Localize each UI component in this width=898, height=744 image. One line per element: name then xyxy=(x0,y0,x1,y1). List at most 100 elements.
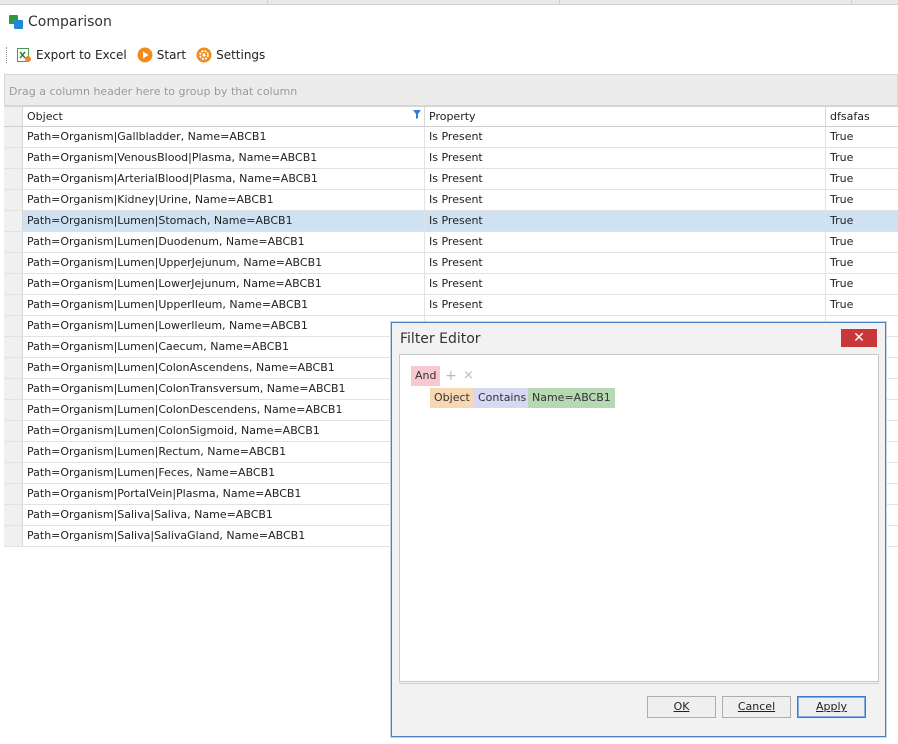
column-header-label: Object xyxy=(27,110,63,123)
filter-icon[interactable] xyxy=(413,110,421,119)
cell-property[interactable]: Is Present xyxy=(425,169,826,189)
cell-object[interactable]: Path=Organism|Lumen|Stomach, Name=ABCB1 xyxy=(23,211,425,231)
cell-object[interactable]: Path=Organism|Saliva|Saliva, Name=ABCB1 xyxy=(23,505,425,525)
row-indicator[interactable] xyxy=(4,400,23,420)
cell-object[interactable]: Path=Organism|Lumen|Feces, Name=ABCB1 xyxy=(23,463,425,483)
row-indicator[interactable] xyxy=(4,526,23,546)
row-indicator[interactable] xyxy=(4,379,23,399)
row-indicator[interactable] xyxy=(4,295,23,315)
cancel-button[interactable]: Cancel xyxy=(722,696,791,718)
cell-dfsafas[interactable]: True xyxy=(826,190,898,210)
cell-property[interactable]: Is Present xyxy=(425,127,826,147)
grid-header: Object Property dfsafas xyxy=(4,106,898,127)
row-indicator[interactable] xyxy=(4,253,23,273)
group-operator-and[interactable]: And xyxy=(411,366,441,386)
toolbar: Export to Excel Start Settings xyxy=(6,44,275,66)
settings-label: Settings xyxy=(216,48,266,62)
close-button[interactable]: ✕ xyxy=(841,329,877,347)
cell-object[interactable]: Path=Organism|Gallbladder, Name=ABCB1 xyxy=(23,127,425,147)
cell-dfsafas[interactable]: True xyxy=(826,295,898,315)
table-row[interactable]: Path=Organism|Lumen|Stomach, Name=ABCB1 I… xyxy=(4,211,898,232)
group-by-hint: Drag a column header here to group by th… xyxy=(9,85,298,98)
export-to-excel-button[interactable]: Export to Excel xyxy=(16,47,127,63)
cell-object[interactable]: Path=Organism|Lumen|LowerIleum, Name=ABC… xyxy=(23,316,425,336)
row-indicator[interactable] xyxy=(4,148,23,168)
cell-property[interactable]: Is Present xyxy=(425,295,826,315)
cell-dfsafas[interactable]: True xyxy=(826,211,898,231)
column-header-dfsafas[interactable]: dfsafas xyxy=(826,107,898,127)
close-icon: ✕ xyxy=(853,330,865,346)
apply-button[interactable]: Apply xyxy=(797,696,866,718)
cell-dfsafas[interactable]: True xyxy=(826,148,898,168)
window-title: Comparison xyxy=(28,14,112,30)
cell-object[interactable]: Path=Organism|Lumen|ColonSigmoid, Name=A… xyxy=(23,421,425,441)
settings-button[interactable]: Settings xyxy=(196,47,265,63)
cell-object[interactable]: Path=Organism|Lumen|ColonDescendens, Nam… xyxy=(23,400,425,420)
cell-object[interactable]: Path=Organism|PortalVein|Plasma, Name=AB… xyxy=(23,484,425,504)
add-condition-icon[interactable]: + xyxy=(443,366,459,386)
row-indicator[interactable] xyxy=(4,421,23,441)
table-row[interactable]: Path=Organism|ArterialBlood|Plasma, Name… xyxy=(4,169,898,190)
table-row[interactable]: Path=Organism|Lumen|UpperJejunum, Name=A… xyxy=(4,253,898,274)
row-indicator[interactable] xyxy=(4,358,23,378)
cell-property[interactable]: Is Present xyxy=(425,253,826,273)
cell-dfsafas[interactable]: True xyxy=(826,127,898,147)
condition-field[interactable]: Object xyxy=(430,388,474,408)
condition-value[interactable]: Name=ABCB1 xyxy=(528,388,615,408)
start-button[interactable]: Start xyxy=(137,47,186,63)
filter-editor-area[interactable]: And + × Object Contains Name=ABCB1 xyxy=(399,354,879,682)
row-indicator[interactable] xyxy=(4,169,23,189)
cell-object[interactable]: Path=Organism|Lumen|UpperIleum, Name=ABC… xyxy=(23,295,425,315)
toolbar-grip[interactable] xyxy=(6,47,8,63)
ok-button[interactable]: OK xyxy=(647,696,716,718)
row-indicator[interactable] xyxy=(4,127,23,147)
table-row[interactable]: Path=Organism|Gallbladder, Name=ABCB1 Is … xyxy=(4,127,898,148)
cell-object[interactable]: Path=Organism|Lumen|ColonTransversum, Na… xyxy=(23,379,425,399)
cell-object[interactable]: Path=Organism|Lumen|Caecum, Name=ABCB1 xyxy=(23,337,425,357)
cell-object[interactable]: Path=Organism|Lumen|LowerJejunum, Name=A… xyxy=(23,274,425,294)
cell-object[interactable]: Path=Organism|ArterialBlood|Plasma, Name… xyxy=(23,169,425,189)
cell-object[interactable]: Path=Organism|Lumen|ColonAscendens, Name… xyxy=(23,358,425,378)
cell-dfsafas[interactable]: True xyxy=(826,253,898,273)
row-indicator[interactable] xyxy=(4,505,23,525)
table-row[interactable]: Path=Organism|Lumen|Duodenum, Name=ABCB1… xyxy=(4,232,898,253)
cell-property[interactable]: Is Present xyxy=(425,190,826,210)
cell-property[interactable]: Is Present xyxy=(425,232,826,252)
dialog-title: Filter Editor xyxy=(400,331,481,347)
excel-export-icon xyxy=(17,48,31,62)
dialog-footer: OK Cancel Apply xyxy=(399,683,879,731)
cell-object[interactable]: Path=Organism|Lumen|UpperJejunum, Name=A… xyxy=(23,253,425,273)
group-by-panel[interactable]: Drag a column header here to group by th… xyxy=(4,74,898,106)
table-row[interactable]: Path=Organism|VenousBlood|Plasma, Name=A… xyxy=(4,148,898,169)
row-indicator[interactable] xyxy=(4,442,23,462)
row-indicator[interactable] xyxy=(4,232,23,252)
title-bar: Comparison xyxy=(8,12,112,32)
cell-dfsafas[interactable]: True xyxy=(826,169,898,189)
column-header-property[interactable]: Property xyxy=(425,107,826,127)
column-header-object[interactable]: Object xyxy=(23,107,425,127)
cell-object[interactable]: Path=Organism|Kidney|Urine, Name=ABCB1 xyxy=(23,190,425,210)
condition-operator[interactable]: Contains xyxy=(474,388,531,408)
cell-property[interactable]: Is Present xyxy=(425,148,826,168)
table-row[interactable]: Path=Organism|Lumen|UpperIleum, Name=ABC… xyxy=(4,295,898,316)
row-indicator[interactable] xyxy=(4,484,23,504)
cell-object[interactable]: Path=Organism|Lumen|Rectum, Name=ABCB1 xyxy=(23,442,425,462)
column-header-label: Property xyxy=(429,110,476,123)
remove-group-icon[interactable]: × xyxy=(461,366,476,386)
cell-object[interactable]: Path=Organism|Saliva|SalivaGland, Name=A… xyxy=(23,526,425,546)
row-indicator[interactable] xyxy=(4,337,23,357)
cell-property[interactable]: Is Present xyxy=(425,211,826,231)
cell-object[interactable]: Path=Organism|VenousBlood|Plasma, Name=A… xyxy=(23,148,425,168)
row-indicator[interactable] xyxy=(4,316,23,336)
row-indicator[interactable] xyxy=(4,463,23,483)
column-header-label: dfsafas xyxy=(830,110,870,123)
row-indicator[interactable] xyxy=(4,274,23,294)
cell-object[interactable]: Path=Organism|Lumen|Duodenum, Name=ABCB1 xyxy=(23,232,425,252)
cell-dfsafas[interactable]: True xyxy=(826,274,898,294)
table-row[interactable]: Path=Organism|Kidney|Urine, Name=ABCB1 Is… xyxy=(4,190,898,211)
row-indicator[interactable] xyxy=(4,211,23,231)
table-row[interactable]: Path=Organism|Lumen|LowerJejunum, Name=A… xyxy=(4,274,898,295)
cell-dfsafas[interactable]: True xyxy=(826,232,898,252)
cell-property[interactable]: Is Present xyxy=(425,274,826,294)
row-indicator[interactable] xyxy=(4,190,23,210)
